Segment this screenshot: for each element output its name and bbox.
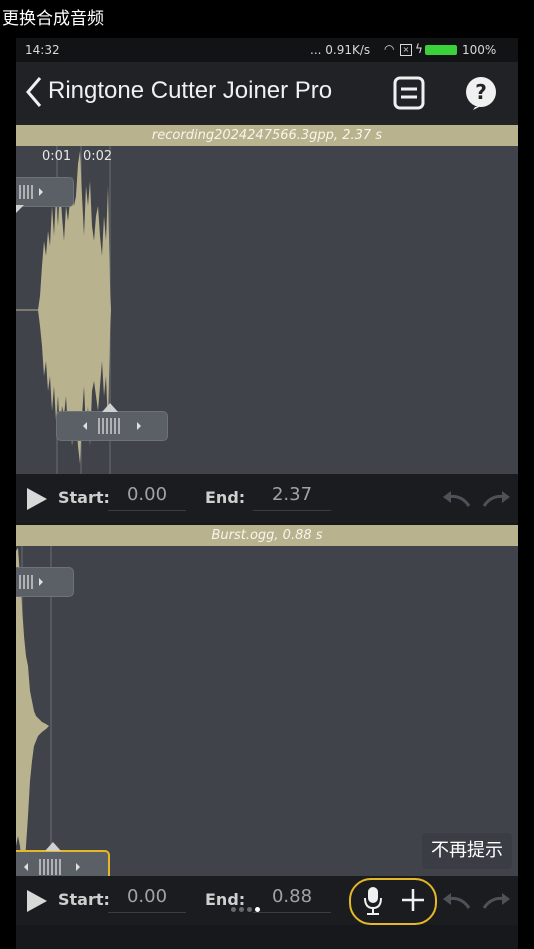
start-time-field[interactable]: 0.00 <box>108 886 186 913</box>
status-bar: 14:32 ... 0.91K/s ◠ × ϟ 100% <box>16 38 518 62</box>
start-marker-handle[interactable] <box>16 567 74 597</box>
page-indicator <box>231 897 263 916</box>
track-2-controls: Start: 0.00 End: 0.88 <box>16 876 518 925</box>
timeline-tick: 0:01 <box>42 149 72 164</box>
phone-screen: 14:32 ... 0.91K/s ◠ × ϟ 100% Ringtone Cu… <box>16 38 518 949</box>
page-dot <box>247 907 252 912</box>
page-dot <box>239 907 244 912</box>
screen-caption: 更换合成音频 <box>2 9 104 29</box>
play-icon[interactable] <box>27 890 47 912</box>
play-icon[interactable] <box>27 488 47 510</box>
start-label: Start: <box>58 488 110 507</box>
back-arrow-icon[interactable] <box>20 70 48 114</box>
timeline-tick: 0:02 <box>83 149 113 164</box>
end-marker-handle[interactable] <box>56 411 168 441</box>
track-1-filename: recording2024247566.3gpp, 2.37 s <box>16 125 518 146</box>
add-icon[interactable] <box>401 888 425 912</box>
battery-percent: 100% <box>462 43 497 57</box>
end-marker-handle-selected[interactable] <box>16 850 110 876</box>
start-marker-handle[interactable] <box>16 177 74 207</box>
track-2-filename: Burst.ogg, 0.88 s <box>16 525 518 546</box>
end-label: End: <box>205 488 246 507</box>
track-1-controls: Start: 0.00 End: 2.37 <box>16 474 518 523</box>
start-time-field[interactable]: 0.00 <box>108 484 186 511</box>
microphone-icon[interactable] <box>362 886 384 916</box>
save-icon[interactable] <box>392 76 426 110</box>
end-time-field[interactable]: 0.88 <box>253 886 331 913</box>
track-2-editor[interactable]: Burst.ogg, 0.88 s <box>16 525 518 876</box>
wifi-icon: ◠ <box>384 42 395 56</box>
page-dot <box>231 907 236 912</box>
start-marker-pointer <box>16 205 24 213</box>
status-time: 14:32 <box>25 43 60 57</box>
start-label: Start: <box>58 890 110 909</box>
network-speed: ... 0.91K/s <box>310 43 371 57</box>
end-time-field[interactable]: 2.37 <box>253 484 331 511</box>
undo-icon[interactable] <box>441 488 471 508</box>
undo-icon[interactable] <box>441 890 471 910</box>
dont-show-again-tooltip[interactable]: 不再提示 <box>422 833 512 869</box>
page-dot-active <box>255 907 260 912</box>
help-icon[interactable]: ? <box>464 76 498 110</box>
track-2-waveform <box>16 546 52 876</box>
svg-text:?: ? <box>475 80 487 104</box>
app-title: Ringtone Cutter Joiner Pro <box>48 77 333 104</box>
end-marker-pointer <box>102 403 118 412</box>
redo-icon[interactable] <box>482 890 512 910</box>
end-marker-pointer <box>45 842 61 851</box>
app-bar: Ringtone Cutter Joiner Pro ? <box>16 62 518 125</box>
battery-icon <box>425 45 457 55</box>
track-1-editor[interactable]: recording2024247566.3gpp, 2.37 s 0:01 0:… <box>16 125 518 474</box>
sim-icon: × <box>400 44 412 56</box>
redo-icon[interactable] <box>482 488 512 508</box>
charging-icon: ϟ <box>415 42 423 56</box>
